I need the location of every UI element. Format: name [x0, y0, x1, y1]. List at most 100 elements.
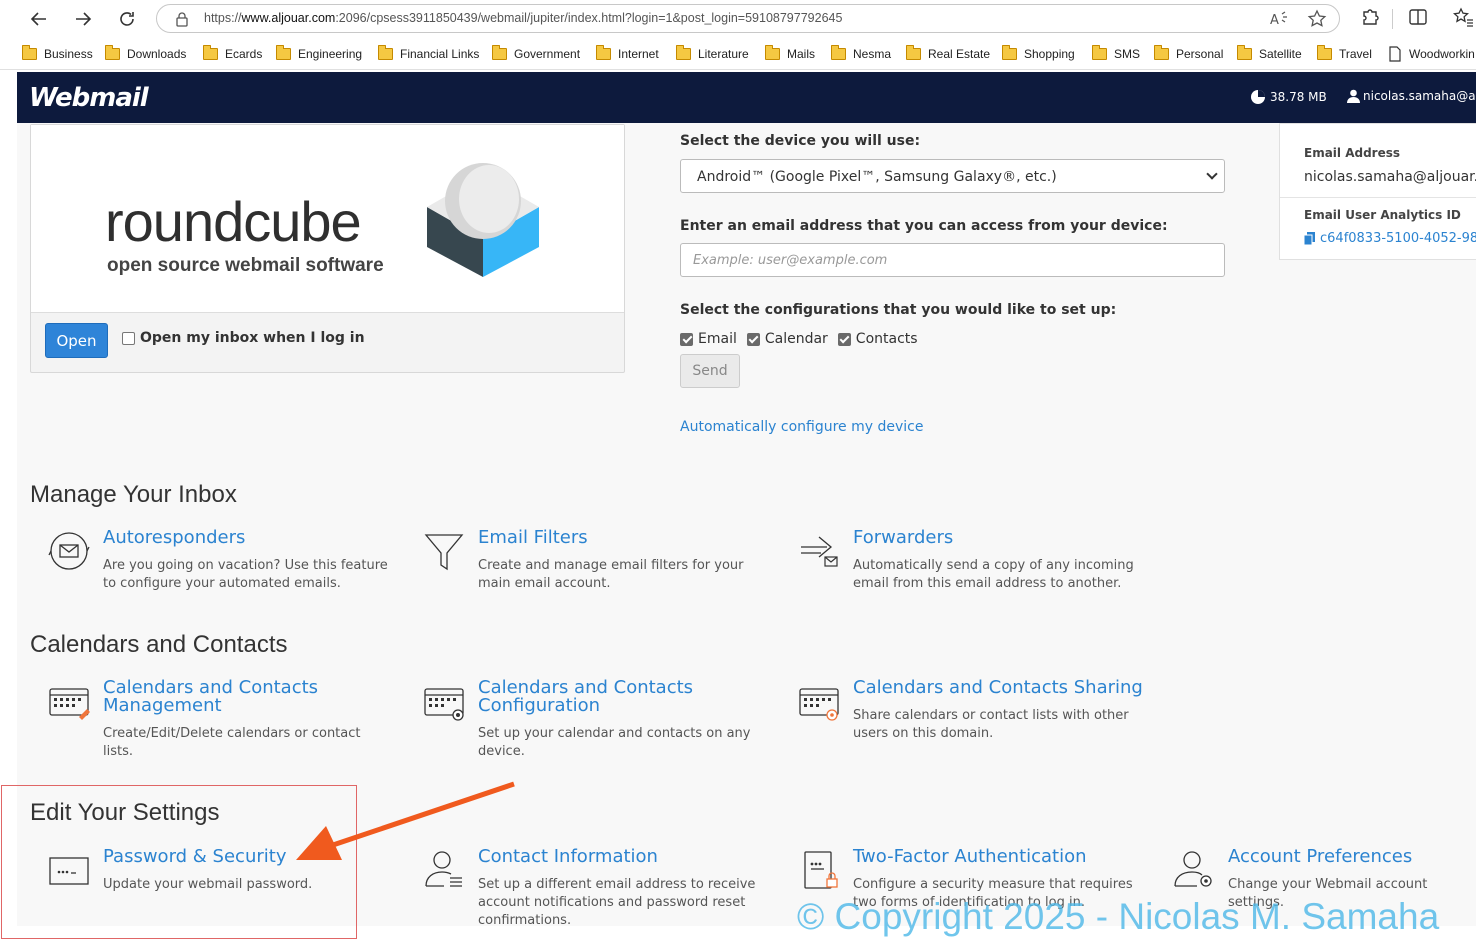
split-screen-button[interactable] — [1408, 6, 1428, 32]
folder-icon — [21, 45, 37, 60]
open-roundcube-button[interactable]: Open — [45, 323, 108, 358]
tool-description: Share calendars or contact lists with ot… — [853, 708, 1129, 741]
folder-icon — [905, 45, 921, 60]
puzzle-icon — [1363, 9, 1379, 25]
bookmark-sms[interactable]: SMS — [1091, 45, 1140, 62]
forward-arrows-icon — [801, 536, 838, 567]
folder-icon — [275, 45, 291, 60]
address-bar[interactable]: https://www.aljouar.com:2096/cpsess39118… — [156, 4, 1340, 33]
bookmark-personal[interactable]: Personal — [1153, 45, 1223, 62]
disk-usage[interactable]: 38.78 MB — [1250, 89, 1327, 105]
folder-icon — [675, 45, 691, 60]
bookmark-government[interactable]: Government — [491, 45, 580, 62]
tool-description: Create and manage email filters for your… — [478, 558, 744, 591]
tool-title[interactable]: Calendars and Contacts Management — [103, 679, 403, 715]
email-address-value: nicolas.samaha@aljouar.c — [1304, 169, 1476, 185]
tool-title[interactable]: Contact Information — [478, 848, 778, 866]
bookmark-financial-links[interactable]: Financial Links — [377, 45, 479, 62]
annotation-arrow-icon — [296, 781, 515, 860]
roundcube-card: roundcube open source webmail software O… — [30, 124, 625, 373]
forward-button[interactable] — [70, 6, 96, 32]
checkbox-checked[interactable] — [680, 332, 693, 346]
split-screen-icon — [1409, 9, 1427, 25]
config-email-checkbox[interactable]: Email — [680, 331, 737, 347]
user-menu[interactable]: nicolas.samaha@alj — [1347, 89, 1476, 103]
favorite-star-icon[interactable] — [1307, 9, 1327, 29]
account-info-panel: Email Address nicolas.samaha@aljouar.c E… — [1279, 123, 1476, 260]
bookmark-mails[interactable]: Mails — [764, 45, 815, 62]
user-icon — [1347, 89, 1360, 103]
folder-icon — [1001, 45, 1017, 60]
bookmarks-bar: Business Downloads Ecards Engineering Fi… — [0, 38, 1476, 70]
read-aloud-icon[interactable]: A — [1269, 10, 1289, 28]
calendar-config-icon — [424, 688, 464, 721]
bookmark-woodworking[interactable]: Woodworkin — [1388, 46, 1475, 62]
device-select[interactable]: Android™ (Google Pixel™, Samsung Galaxy®… — [680, 159, 1225, 193]
checkbox-unchecked[interactable] — [122, 331, 135, 345]
browser-toolbar: https://www.aljouar.com:2096/cpsess39118… — [0, 0, 1476, 38]
config-contacts-checkbox[interactable]: Contacts — [837, 331, 918, 347]
bookmark-engineering[interactable]: Engineering — [275, 45, 362, 62]
config-calendar-checkbox[interactable]: Calendar — [746, 331, 828, 347]
folder-icon — [1236, 45, 1252, 60]
back-arrow-icon — [30, 12, 46, 26]
tool-title[interactable]: Account Preferences — [1228, 848, 1476, 866]
tool-title[interactable]: Calendars and Contacts Sharing — [853, 679, 1153, 697]
filter-funnel-icon — [424, 534, 464, 571]
forward-arrow-icon — [76, 12, 92, 26]
roundcube-wordmark: roundcube — [105, 190, 362, 253]
bookmark-literature[interactable]: Literature — [675, 45, 749, 62]
calendar-share-icon — [799, 688, 839, 721]
analytics-id-label: Email User Analytics ID — [1304, 208, 1461, 222]
copyright-watermark: © Copyright 2025 - Nicolas M. Samaha — [797, 896, 1440, 937]
tool-title[interactable]: Autoresponders — [103, 529, 403, 547]
page-icon — [1389, 46, 1401, 62]
config-label: Select the configurations that you would… — [680, 302, 1117, 318]
device-select-label: Select the device you will use: — [680, 133, 921, 149]
calendar-edit-icon — [49, 688, 90, 720]
roundcube-subtitle: open source webmail software — [107, 255, 384, 276]
bookmark-internet[interactable]: Internet — [595, 45, 659, 62]
bookmark-downloads[interactable]: Downloads — [104, 45, 186, 62]
auto-configure-link[interactable]: Automatically configure my device — [680, 419, 923, 435]
open-inbox-checkbox[interactable]: Open my inbox when I log in — [122, 330, 365, 346]
folder-icon — [1153, 45, 1169, 60]
device-email-input[interactable]: Example: user@example.com — [680, 243, 1225, 277]
extensions-button[interactable] — [1360, 6, 1380, 32]
email-input-label: Enter an email address that you can acce… — [680, 218, 1168, 234]
tool-title[interactable]: Forwarders — [853, 529, 1153, 547]
tool-title[interactable]: Two-Factor Authentication — [853, 848, 1153, 866]
back-button[interactable] — [26, 6, 52, 32]
send-button[interactable]: Send — [680, 354, 740, 388]
checkbox-checked[interactable] — [837, 332, 851, 346]
bookmark-nesma[interactable]: Nesma — [830, 45, 891, 62]
svg-text:A: A — [1270, 13, 1279, 28]
tool-title[interactable]: Email Filters — [478, 529, 778, 547]
folder-icon — [830, 45, 846, 60]
section-title-manage-inbox: Manage Your Inbox — [30, 481, 237, 508]
config-options: Email Calendar Contacts — [680, 331, 928, 347]
favorites-button[interactable] — [1452, 6, 1474, 32]
checkbox-checked[interactable] — [746, 332, 760, 346]
autoresponder-icon — [48, 532, 90, 570]
webmail-header: Webmail 38.78 MB nicolas.samaha@alj — [17, 72, 1476, 123]
bookmark-satellite[interactable]: Satellite — [1236, 45, 1302, 62]
account-preferences-icon — [1174, 851, 1212, 887]
bookmark-travel[interactable]: Travel — [1316, 45, 1372, 62]
tool-description: Are you going on vacation? Use this feat… — [103, 558, 388, 591]
bookmark-shopping[interactable]: Shopping — [1001, 45, 1075, 62]
folder-icon — [104, 45, 120, 60]
tool-description: Set up a different email address to rece… — [478, 877, 756, 926]
reload-button[interactable] — [114, 6, 140, 32]
tool-title[interactable]: Calendars and Contacts Configuration — [478, 679, 778, 715]
analytics-id-link[interactable]: c64f0833-5100-4052-98 — [1304, 231, 1476, 246]
tool-description: Set up your calendar and contacts on any… — [478, 726, 751, 759]
bookmark-real-estate[interactable]: Real Estate — [905, 45, 990, 62]
bookmark-business[interactable]: Business — [21, 45, 93, 62]
webmail-logo[interactable]: Webmail — [29, 83, 149, 113]
bookmark-ecards[interactable]: Ecards — [202, 45, 262, 62]
folder-icon — [202, 45, 218, 60]
pie-chart-icon — [1251, 90, 1265, 104]
tool-description: Automatically send a copy of any incomin… — [853, 558, 1134, 591]
folder-icon — [764, 45, 780, 60]
